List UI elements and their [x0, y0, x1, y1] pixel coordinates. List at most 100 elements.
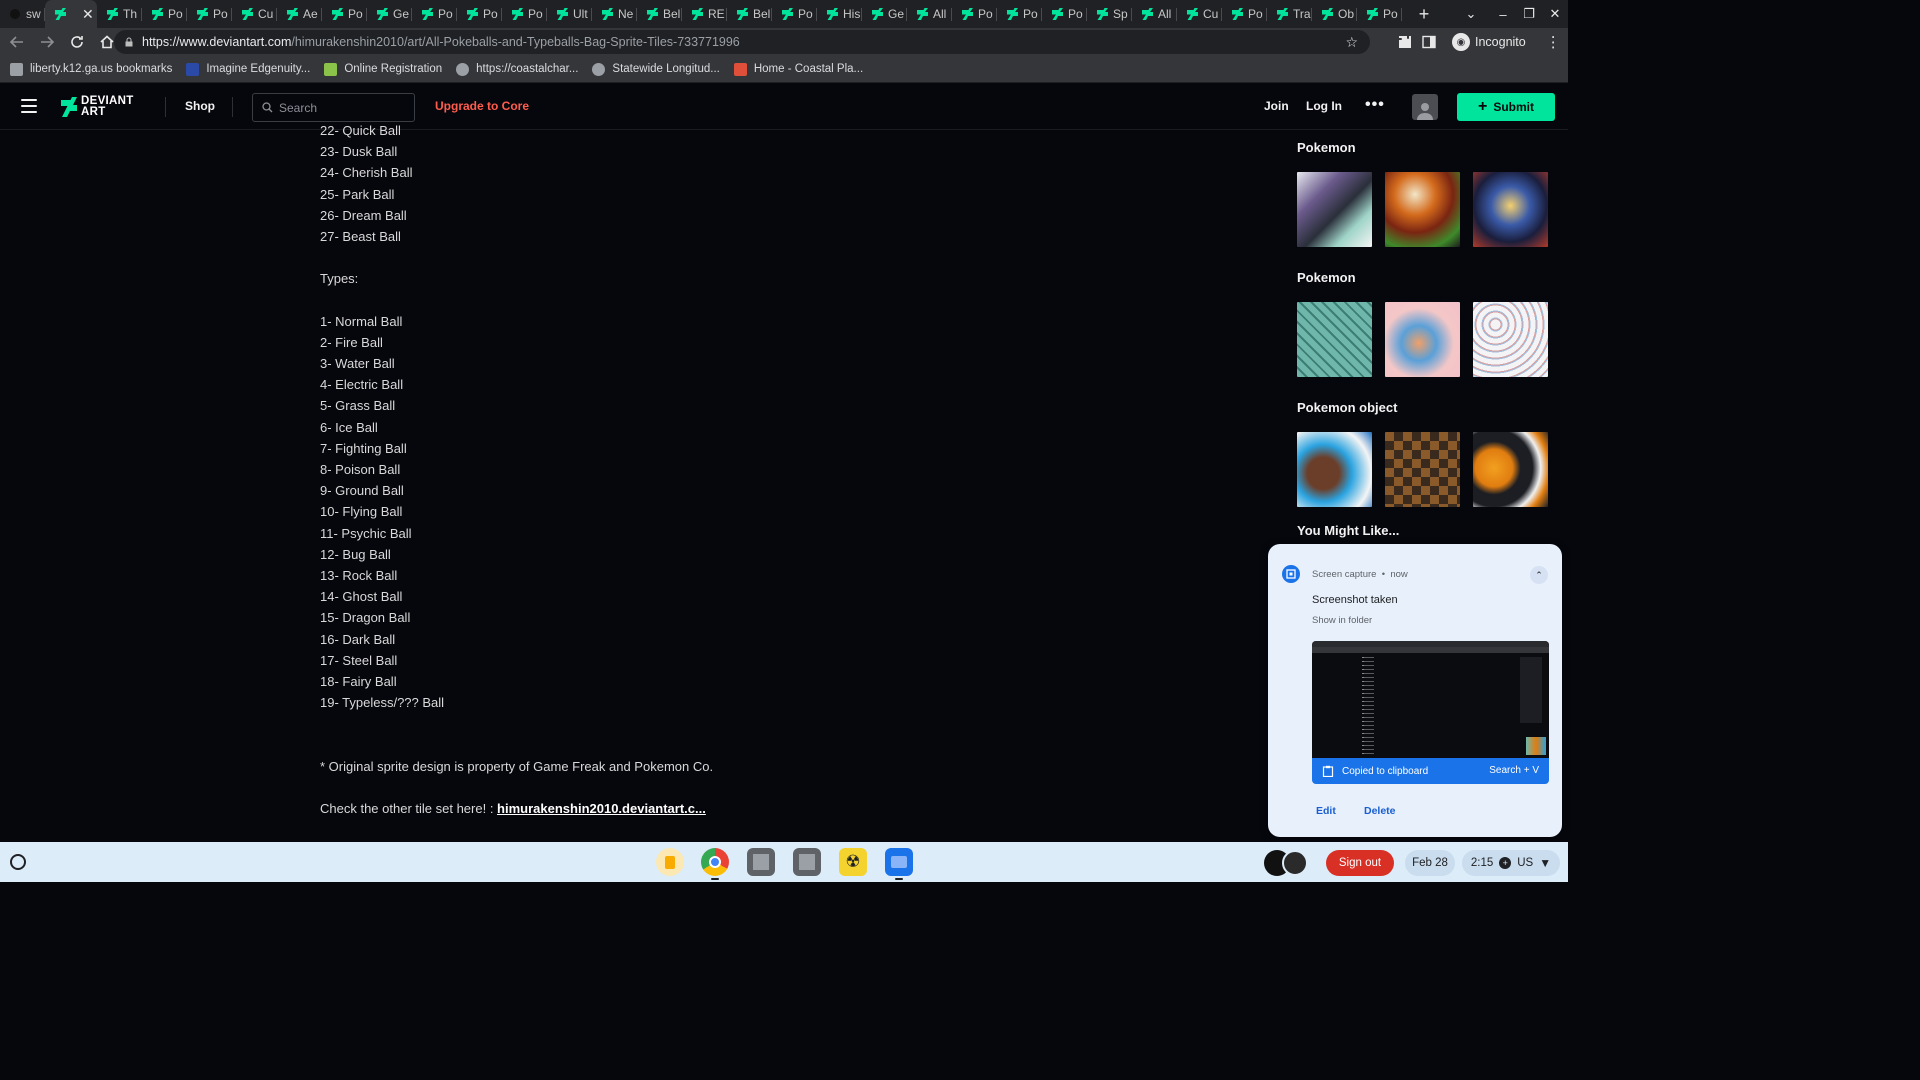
deviantart-favicon-icon: [916, 8, 928, 20]
search-input[interactable]: [279, 100, 399, 115]
hamburger-menu-icon[interactable]: [21, 99, 37, 113]
app-icon[interactable]: [793, 848, 821, 876]
maximize-button[interactable]: ❐: [1516, 6, 1542, 22]
more-menu-icon[interactable]: •••: [1365, 96, 1385, 114]
browser-tab[interactable]: Po: [322, 0, 367, 28]
bookmark-item[interactable]: Imagine Edgenuity...: [186, 62, 310, 76]
shop-link[interactable]: Shop: [185, 99, 215, 113]
side-panel-icon[interactable]: [1422, 35, 1436, 49]
join-link[interactable]: Join: [1264, 99, 1289, 113]
launcher-icon[interactable]: [10, 854, 26, 870]
tab-close-icon[interactable]: ✕: [82, 6, 94, 23]
incognito-profile-button[interactable]: ◉ Incognito: [1446, 31, 1532, 53]
browser-tab[interactable]: Th: [97, 0, 142, 28]
browser-tab[interactable]: Po: [952, 0, 997, 28]
submit-label: Submit: [1493, 100, 1534, 114]
browser-tab[interactable]: Po: [1357, 0, 1402, 28]
thumbnail[interactable]: [1473, 172, 1548, 247]
deviantart-logo[interactable]: DEVIANT ART: [61, 94, 145, 120]
app-icon[interactable]: [747, 848, 775, 876]
holding-space-tray[interactable]: [1264, 850, 1316, 876]
bookmark-item[interactable]: liberty.k12.ga.us bookmarks: [10, 62, 172, 76]
keep-app-icon[interactable]: [656, 848, 684, 876]
browser-tab[interactable]: Po: [772, 0, 817, 28]
copied-to-clipboard-bar[interactable]: Copied to clipboard Search + V: [1312, 758, 1549, 784]
thumbnail[interactable]: [1473, 432, 1548, 507]
browser-menu-icon[interactable]: ⋮: [1546, 33, 1561, 51]
thumbnail[interactable]: [1385, 302, 1460, 377]
avatar[interactable]: [1412, 94, 1438, 120]
edit-button[interactable]: Edit: [1316, 805, 1336, 817]
browser-tab[interactable]: Po: [412, 0, 457, 28]
browser-tab[interactable]: Ae: [277, 0, 322, 28]
close-window-button[interactable]: ✕: [1542, 6, 1568, 22]
browser-tab[interactable]: sw: [0, 0, 45, 28]
browser-tab[interactable]: Cu: [232, 0, 277, 28]
browser-tab[interactable]: His: [817, 0, 862, 28]
thumbnail[interactable]: [1297, 432, 1372, 507]
browser-tab[interactable]: Tra: [1267, 0, 1312, 28]
tab-title: Ge: [888, 7, 905, 21]
login-link[interactable]: Log In: [1306, 99, 1342, 113]
browser-tab[interactable]: Po: [1042, 0, 1087, 28]
collapse-chevron-icon[interactable]: ⌃: [1530, 566, 1548, 584]
browser-tab[interactable]: Ne: [592, 0, 637, 28]
status-tray[interactable]: 2:15 + US ▼: [1462, 850, 1560, 876]
date-tray[interactable]: Feb 28: [1405, 850, 1455, 876]
thumbnail[interactable]: [1473, 302, 1548, 377]
browser-tab[interactable]: RE: [682, 0, 727, 28]
bookmark-item[interactable]: Online Registration: [324, 62, 442, 76]
browser-tab[interactable]: Cu: [1177, 0, 1222, 28]
back-button[interactable]: [4, 29, 30, 55]
browser-tab[interactable]: Ob: [1312, 0, 1357, 28]
thumbnail[interactable]: [1385, 432, 1460, 507]
chrome-app-icon[interactable]: [701, 848, 729, 876]
screenshot-preview[interactable]: [1312, 641, 1549, 758]
edgenuity-icon: [186, 62, 200, 76]
extensions-icon[interactable]: [1398, 35, 1412, 49]
sign-out-button[interactable]: Sign out: [1326, 850, 1394, 876]
thumbnail[interactable]: [1385, 172, 1460, 247]
bookmark-item[interactable]: Statewide Longitud...: [592, 62, 720, 76]
upgrade-to-core-link[interactable]: Upgrade to Core: [435, 99, 529, 113]
browser-tab[interactable]: Po: [142, 0, 187, 28]
bookmark-star-icon[interactable]: ☆: [1345, 34, 1358, 51]
forward-button[interactable]: [34, 29, 60, 55]
browser-tab[interactable]: Sp: [1087, 0, 1132, 28]
radiation-app-icon[interactable]: ☢: [839, 848, 867, 876]
section-title[interactable]: Pokemon: [1297, 270, 1557, 290]
browser-tab[interactable]: Ge: [862, 0, 907, 28]
address-bar[interactable]: https://www.deviantart.com/himurakenshin…: [114, 30, 1370, 54]
show-in-folder-link[interactable]: Show in folder: [1312, 615, 1372, 626]
tile-set-link[interactable]: himurakenshin2010.deviantart.c...: [497, 801, 706, 816]
thumbnail[interactable]: [1297, 172, 1372, 247]
browser-tab[interactable]: Po: [997, 0, 1042, 28]
browser-tab[interactable]: All: [1132, 0, 1177, 28]
section-title[interactable]: Pokemon: [1297, 140, 1557, 160]
delete-button[interactable]: Delete: [1364, 805, 1396, 817]
submit-button[interactable]: + Submit: [1457, 93, 1555, 121]
browser-tab[interactable]: All: [907, 0, 952, 28]
lock-icon: [125, 37, 133, 47]
section-title[interactable]: Pokemon object: [1297, 400, 1557, 420]
bookmark-item[interactable]: https://coastalchar...: [456, 62, 578, 76]
browser-tab[interactable]: Po: [457, 0, 502, 28]
search-box[interactable]: [252, 93, 415, 122]
browser-tab-active[interactable]: ✕: [45, 0, 97, 28]
reload-button[interactable]: [64, 29, 90, 55]
files-app-icon[interactable]: [885, 848, 913, 876]
new-tab-button[interactable]: +: [1410, 4, 1438, 25]
date-label: Feb 28: [1412, 857, 1448, 869]
minimize-button[interactable]: –: [1490, 7, 1516, 22]
thumbnail[interactable]: [1297, 302, 1372, 377]
browser-tab[interactable]: Bel: [727, 0, 772, 28]
browser-tab[interactable]: Ult: [547, 0, 592, 28]
browser-tab[interactable]: Po: [502, 0, 547, 28]
bookmark-item[interactable]: Home - Coastal Pla...: [733, 62, 863, 76]
browser-tab[interactable]: Po: [1222, 0, 1267, 28]
browser-tab[interactable]: Ge: [367, 0, 412, 28]
browser-tab[interactable]: Po: [187, 0, 232, 28]
tab-search-chevron-icon[interactable]: ⌄: [1458, 6, 1484, 22]
browser-tab[interactable]: Bel: [637, 0, 682, 28]
notification-title: Screenshot taken: [1312, 594, 1398, 606]
